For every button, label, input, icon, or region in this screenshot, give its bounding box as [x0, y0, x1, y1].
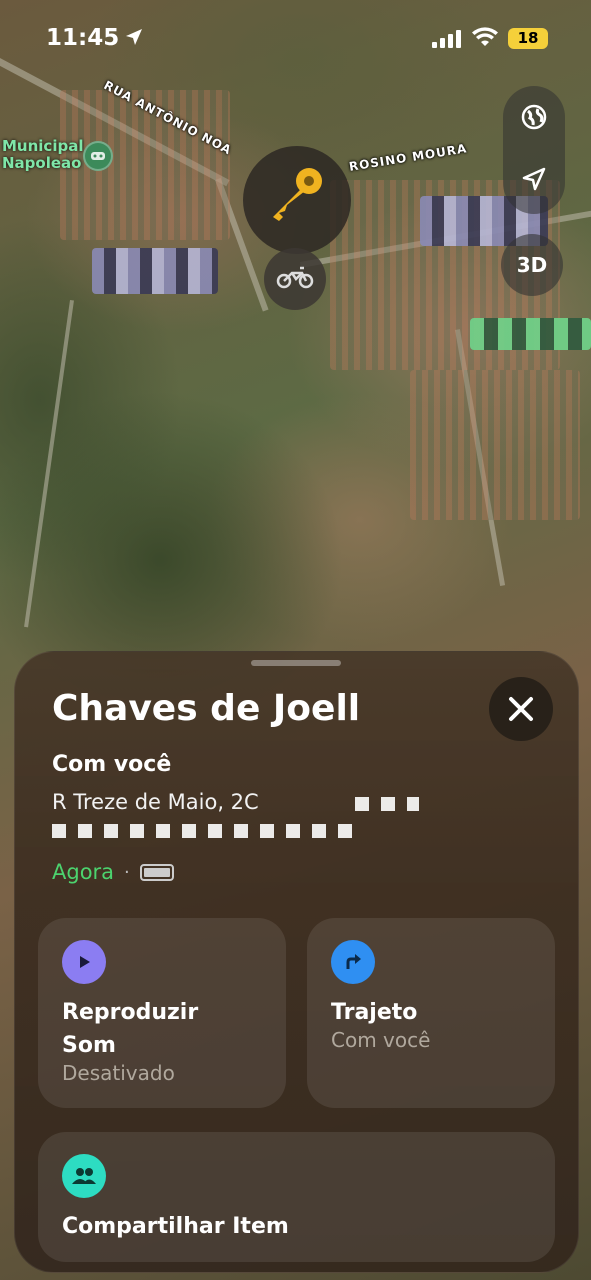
directions-status: Com você	[331, 1028, 431, 1052]
globe-icon[interactable]	[503, 86, 565, 148]
close-icon	[509, 697, 533, 721]
blurred-location-label	[470, 318, 591, 350]
play-sound-card[interactable]: Reproduzir Som Desativado	[38, 918, 286, 1108]
school-icon[interactable]	[83, 141, 113, 171]
motorcycle-icon	[276, 263, 314, 296]
separator: ·	[124, 861, 130, 883]
location-arrow-icon[interactable]	[503, 148, 565, 210]
key-location-pin[interactable]	[243, 146, 351, 254]
3d-toggle-button[interactable]: 3D	[501, 234, 563, 296]
play-icon	[62, 940, 106, 984]
poi-label: Municipal Napoleao	[2, 137, 84, 172]
road	[24, 300, 74, 628]
clock: 11:45	[46, 25, 120, 51]
neighborhood	[410, 370, 580, 520]
street-label: ROSINO MOURA	[348, 141, 469, 174]
address-redacted	[52, 824, 362, 838]
bike-location-pin[interactable]	[264, 248, 326, 310]
wifi-icon	[472, 27, 498, 46]
cellular-signal-icon	[432, 30, 461, 48]
key-icon	[265, 161, 329, 240]
last-seen-time: Agora	[52, 860, 115, 884]
play-sound-label: Reproduzir Som	[62, 1000, 199, 1058]
address-line: R Treze de Maio, 2C	[52, 790, 259, 814]
share-item-card[interactable]: Compartilhar Item	[38, 1132, 555, 1262]
people-icon	[62, 1154, 106, 1198]
battery-icon	[139, 863, 174, 881]
directions-card[interactable]: Trajeto Com você	[307, 918, 555, 1108]
map-controls	[503, 86, 565, 214]
play-sound-status: Desativado	[62, 1061, 175, 1085]
address-redacted	[355, 797, 419, 811]
location-arrow-icon	[126, 29, 142, 45]
last-seen-row: Agora ·	[52, 860, 174, 884]
status-bar: 11:45 18	[0, 0, 591, 80]
sheet-grabber[interactable]	[251, 660, 341, 666]
blurred-location-label	[92, 248, 218, 294]
directions-icon	[331, 940, 375, 984]
battery-indicator: 18	[508, 28, 548, 49]
share-item-label: Compartilhar Item	[62, 1214, 289, 1239]
item-detail-sheet: Chaves de Joell Com você R Treze de Maio…	[14, 651, 579, 1273]
item-title: Chaves de Joell	[52, 688, 361, 729]
location-status: Com você	[52, 752, 172, 777]
close-button[interactable]	[489, 677, 553, 741]
directions-label: Trajeto	[331, 1000, 418, 1025]
